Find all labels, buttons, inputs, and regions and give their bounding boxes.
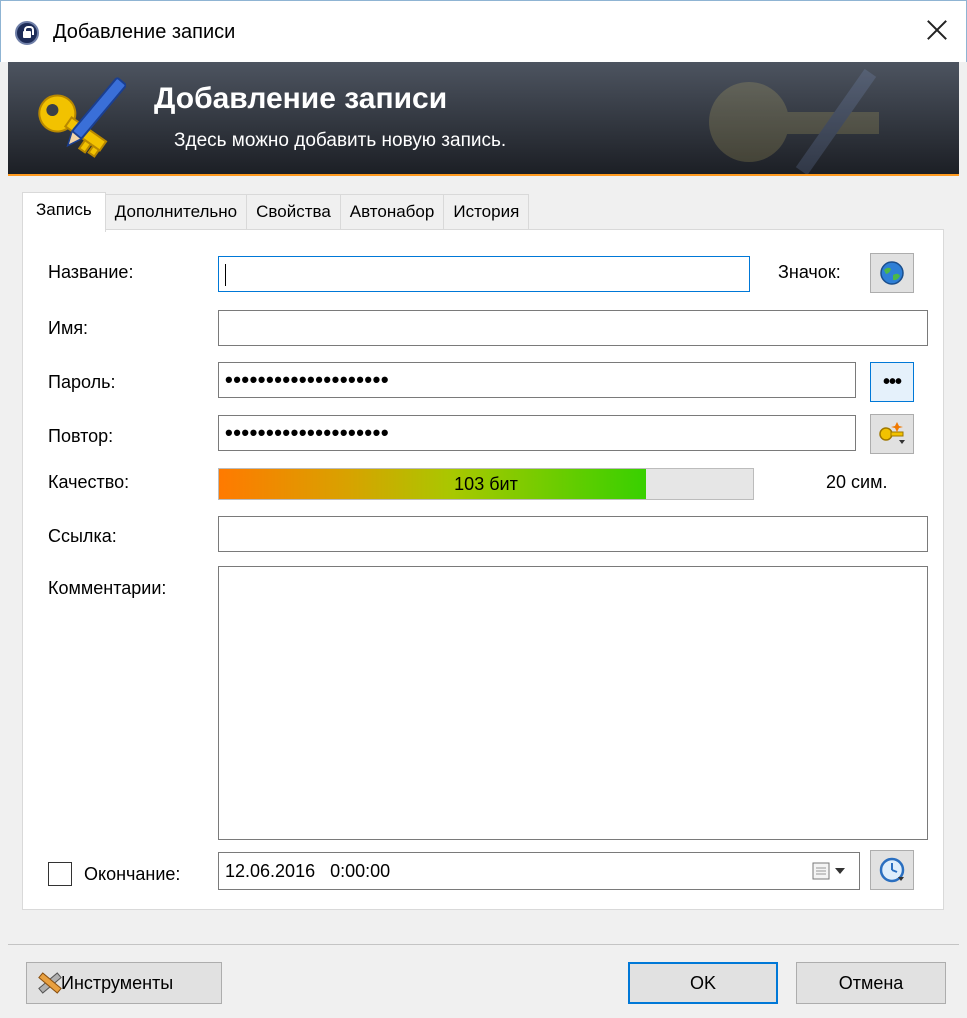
close-icon[interactable] [922, 15, 952, 45]
tools-button-label: Инструменты [61, 973, 174, 993]
tab-autotype[interactable]: Автонабор [339, 194, 445, 230]
username-input[interactable] [218, 310, 928, 346]
header-banner: Добавление записи Здесь можно добавить н… [8, 62, 959, 174]
password-generator-icon [879, 422, 905, 444]
calendar-dropdown-icon[interactable] [811, 861, 851, 881]
footer-separator [8, 944, 959, 945]
url-label: Ссылка: [48, 526, 117, 546]
notes-label: Комментарии: [48, 578, 167, 598]
show-password-button[interactable]: ••• [870, 362, 914, 402]
expires-label: Окончание: [84, 864, 181, 884]
quality-label: Качество: [48, 472, 130, 492]
quality-bits-text: 103 бит [454, 474, 518, 494]
notes-textarea[interactable] [218, 566, 928, 840]
repeat-password-input[interactable]: •••••••••••••••••••• [218, 415, 856, 451]
tab-properties[interactable]: Свойства [246, 194, 341, 230]
cancel-button[interactable]: Отмена [796, 962, 946, 1004]
title-label: Название: [48, 262, 134, 282]
password-quality-bar: 103 бит [218, 468, 754, 500]
expiry-date-value: 12.06.2016 0:00:00 [225, 861, 391, 881]
expiry-date-picker[interactable]: 12.06.2016 0:00:00 [218, 852, 860, 890]
expires-checkbox[interactable] [48, 862, 72, 886]
tools-icon [38, 972, 62, 994]
tab-strip: Запись Дополнительно Свойства Автонабор … [22, 192, 530, 232]
tab-advanced[interactable]: Дополнительно [104, 194, 248, 230]
banner-divider [8, 174, 959, 176]
banner-title: Добавление записи [154, 82, 448, 115]
text-caret [225, 264, 226, 287]
repeat-label: Повтор: [48, 426, 114, 446]
username-label: Имя: [48, 318, 89, 338]
tools-button[interactable]: Инструменты [26, 962, 222, 1004]
expiry-presets-button[interactable] [870, 850, 914, 890]
title-input[interactable] [218, 256, 750, 292]
clock-icon [879, 857, 905, 883]
icon-picker-button[interactable] [870, 253, 914, 293]
password-label: Пароль: [48, 372, 116, 392]
password-input[interactable]: •••••••••••••••••••• [218, 362, 856, 398]
tab-history[interactable]: История [443, 194, 530, 230]
password-generator-button[interactable] [870, 414, 914, 454]
password-length-text: 20 сим. [826, 472, 888, 492]
globe-icon [880, 261, 904, 285]
key-pen-icon [38, 77, 126, 158]
ok-button[interactable]: OK [628, 962, 778, 1004]
url-input[interactable] [218, 516, 928, 552]
title-bar: Добавление записи [0, 0, 967, 62]
tab-entry[interactable]: Запись [22, 192, 106, 232]
icon-label: Значок: [778, 262, 841, 282]
window-title: Добавление записи [53, 21, 236, 43]
banner-subtitle: Здесь можно добавить новую запись. [174, 130, 507, 151]
banner-watermark-icon [709, 68, 879, 174]
lock-icon [15, 21, 39, 45]
